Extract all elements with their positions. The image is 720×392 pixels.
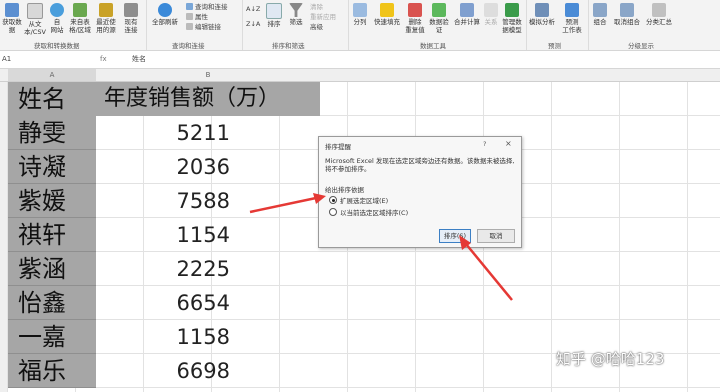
arrow-to-sort-button — [465, 243, 513, 301]
arrow-head — [313, 193, 326, 204]
arrow-to-option — [249, 196, 317, 214]
annotation-arrows — [249, 193, 513, 301]
watermark: 知乎 @哈哈123 — [556, 350, 665, 368]
